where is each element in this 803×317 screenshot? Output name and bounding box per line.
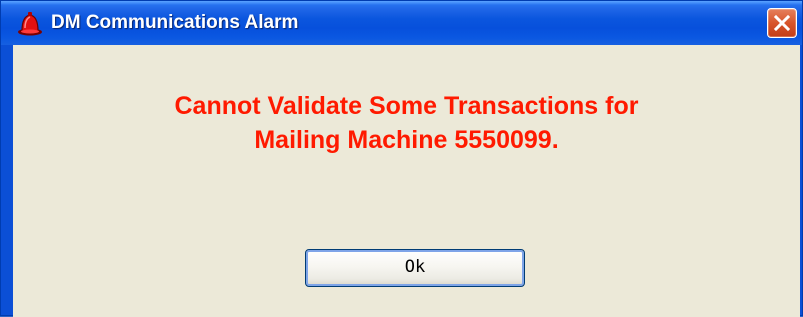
alarm-bell-icon: [15, 11, 45, 37]
title-bar[interactable]: DM Communications Alarm: [1, 1, 802, 45]
dialog-client-area: Cannot Validate Some Transactions for Ma…: [13, 45, 800, 317]
alarm-dialog-window: DM Communications Alarm Cannot Validate …: [0, 0, 803, 317]
close-button[interactable]: [767, 8, 797, 38]
window-title: DM Communications Alarm: [51, 12, 299, 33]
close-icon: [773, 14, 791, 32]
alarm-message-line-2: Mailing Machine 5550099.: [254, 126, 559, 154]
ok-button[interactable]: Ok: [305, 249, 525, 287]
alarm-message-line-1: Cannot Validate Some Transactions for: [174, 92, 639, 120]
alarm-message: Cannot Validate Some Transactions for Ma…: [13, 89, 800, 157]
